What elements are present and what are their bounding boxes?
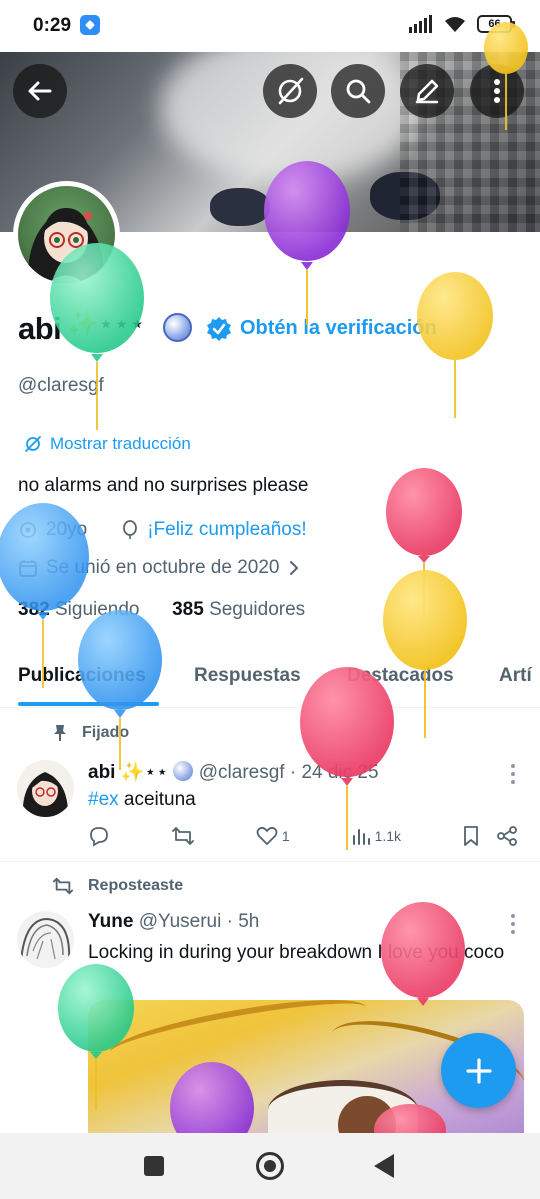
like-icon xyxy=(256,826,278,846)
profile-bio: no alarms and no surprises please xyxy=(18,475,309,496)
pinned-post-author[interactable]: abi xyxy=(88,762,115,783)
pinned-post-handle-time: @claresgf · 24 dic 25 xyxy=(198,762,379,783)
following-label: Siguiendo xyxy=(54,599,140,620)
reply-icon xyxy=(90,827,108,847)
back-arrow-icon xyxy=(28,81,52,101)
balloon-yellow-1 xyxy=(417,272,493,418)
active-tab-indicator xyxy=(18,702,159,706)
display-name: abi xyxy=(18,311,62,346)
get-verified-link[interactable]: Obtén la verificación xyxy=(240,317,437,340)
balloon-icon xyxy=(123,520,138,539)
back-button[interactable] xyxy=(13,64,67,118)
repost-icon xyxy=(172,827,194,845)
show-translation-label: Mostrar traducción xyxy=(50,434,191,453)
repost-header: Yune @Yuserui · 5h xyxy=(88,911,259,933)
bookmark-icon[interactable] xyxy=(462,825,480,847)
pinned-label-row: Fijado xyxy=(52,724,129,742)
profile-age: 20yo xyxy=(46,519,88,540)
pinned-post-body: aceituna xyxy=(118,789,196,810)
pinned-post-header: abi ✨⋆⋆ @claresgf · 24 dic 25 xyxy=(88,760,379,784)
search-button[interactable] xyxy=(331,64,385,118)
plus-icon xyxy=(465,1057,492,1084)
followers-label: Seguidores xyxy=(209,599,306,620)
views-button[interactable]: 1.1k xyxy=(351,826,401,846)
repost-button[interactable] xyxy=(171,825,195,847)
calendar-icon xyxy=(19,560,37,577)
views-icon xyxy=(352,829,370,845)
pinned-post-avatar[interactable] xyxy=(17,760,74,817)
back-nav-button[interactable] xyxy=(374,1154,394,1178)
pinned-post-text: #ex aceituna xyxy=(88,789,196,811)
balloon-red-1 xyxy=(386,468,462,615)
repost-label-row: Reposteaste xyxy=(52,876,183,896)
more-vertical-icon xyxy=(494,79,500,103)
show-translation-link[interactable]: Mostrar traducción xyxy=(24,434,191,454)
joined-row[interactable]: Se unió en octubre de 2020 xyxy=(18,557,301,579)
wifi-icon xyxy=(445,17,465,32)
following-link[interactable]: 382 Siguiendo xyxy=(18,599,140,620)
followers-link[interactable]: 385 Seguidores xyxy=(172,599,305,620)
repost-handle-time: @Yuserui · 5h xyxy=(138,911,260,932)
repost-author-avatar[interactable] xyxy=(17,911,74,968)
status-time: 0:29 xyxy=(33,15,72,36)
repost-small-icon xyxy=(53,877,73,895)
edit-button[interactable] xyxy=(400,64,454,118)
more-button[interactable] xyxy=(470,64,524,118)
repost-author[interactable]: Yune xyxy=(88,911,133,932)
home-button[interactable] xyxy=(256,1152,284,1180)
post-divider xyxy=(0,861,540,862)
no-translate-icon xyxy=(278,77,304,105)
follow-stats: 382 Siguiendo 385 Seguidores xyxy=(18,599,305,621)
profile-handle: @claresgf xyxy=(18,375,104,396)
following-count: 382 xyxy=(18,599,50,620)
system-navigation-bar xyxy=(0,1133,540,1199)
profile-tabs: Publicaciones Respuestas Destacados Artí xyxy=(0,650,540,708)
pinned-post-author-emoji: ✨⋆⋆ xyxy=(120,762,169,783)
globe-emoji-small-icon xyxy=(173,761,194,781)
chevron-right-icon xyxy=(290,561,299,575)
edit-icon xyxy=(415,79,439,104)
status-icons: 66 xyxy=(409,15,515,33)
recents-button[interactable] xyxy=(144,1156,164,1176)
verified-badge-icon xyxy=(207,317,231,341)
status-bar: 0:29 66 xyxy=(0,0,540,52)
pinned-post-actions: 1 1.1k xyxy=(88,825,518,847)
share-icon[interactable] xyxy=(496,825,518,847)
battery-indicator: 66 xyxy=(477,15,515,33)
reply-button[interactable] xyxy=(88,825,110,847)
tab-publicaciones[interactable]: Publicaciones xyxy=(18,665,146,687)
like-count: 1 xyxy=(281,828,290,844)
repost-more-button[interactable] xyxy=(510,914,516,936)
translate-toggle-button[interactable] xyxy=(263,64,317,118)
repost-text: Locking in during your breakdown I love … xyxy=(88,942,505,963)
signal-icon xyxy=(409,15,432,33)
profile-avatar[interactable] xyxy=(18,186,115,283)
name-emoji: ✨⋆⋆⋆ xyxy=(67,310,146,338)
joined-date: Se unió en octubre de 2020 xyxy=(46,557,280,578)
pinned-post-hashtag[interactable]: #ex xyxy=(88,789,119,810)
tab-articulos[interactable]: Artí xyxy=(499,665,532,687)
views-count: 1.1k xyxy=(374,828,402,844)
pin-icon xyxy=(54,725,66,741)
like-button[interactable]: 1 xyxy=(256,826,290,846)
repost-label: Reposteaste xyxy=(88,877,184,894)
globe-emoji-icon xyxy=(163,313,192,342)
tab-destacados[interactable]: Destacados xyxy=(347,665,454,687)
meta-row-age: 20yo ¡Feliz cumpleaños! xyxy=(18,519,307,541)
app-notification-icon xyxy=(80,15,100,35)
followers-count: 385 xyxy=(172,599,204,620)
birthday-link[interactable]: ¡Feliz cumpleaños! xyxy=(147,519,306,541)
tab-respuestas[interactable]: Respuestas xyxy=(194,665,301,687)
search-icon xyxy=(346,79,371,104)
location-pin-icon xyxy=(20,522,36,538)
translate-icon xyxy=(25,436,41,452)
compose-post-button[interactable] xyxy=(441,1033,516,1108)
pinned-label: Fijado xyxy=(82,724,130,741)
pinned-post-more-button[interactable] xyxy=(510,764,516,786)
